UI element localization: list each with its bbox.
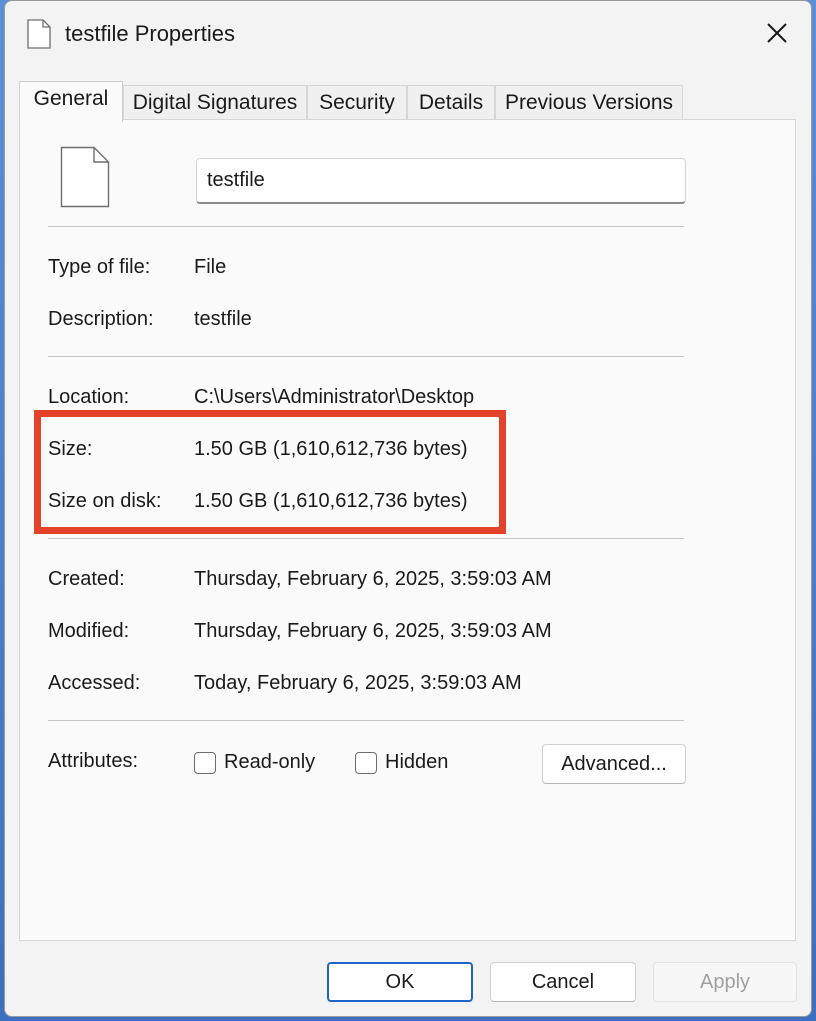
hidden-label: Hidden [385, 751, 449, 773]
separator [48, 720, 684, 721]
location-value: C:\Users\Administrator\Desktop [194, 386, 475, 408]
title-bar[interactable]: testfile Properties [5, 1, 811, 67]
window-title: testfile Properties [65, 21, 235, 46]
description-label: Description: [48, 308, 154, 330]
read-only-checkbox[interactable]: Read-only [194, 751, 315, 774]
tab-digital-signatures[interactable]: Digital Signatures [123, 85, 307, 121]
created-label: Created: [48, 568, 125, 590]
separator [48, 356, 684, 357]
description-value: testfile [194, 308, 252, 330]
general-panel: Type of file: File Description: testfile… [19, 119, 796, 941]
advanced-button[interactable]: Advanced... [542, 744, 686, 784]
tab-details[interactable]: Details [407, 85, 495, 121]
type-of-file-value: File [194, 256, 227, 278]
accessed-value: Today, February 6, 2025, 3:59:03 AM [194, 672, 522, 694]
read-only-label: Read-only [224, 751, 316, 773]
separator [48, 226, 684, 227]
ok-button[interactable]: OK [327, 962, 473, 1002]
accessed-label: Accessed: [48, 672, 141, 694]
file-icon [27, 19, 51, 49]
type-of-file-label: Type of file: [48, 256, 151, 278]
modified-value: Thursday, February 6, 2025, 3:59:03 AM [194, 620, 552, 642]
checkbox-box[interactable] [355, 751, 377, 774]
hidden-checkbox[interactable]: Hidden [355, 751, 448, 774]
apply-button: Apply [653, 962, 797, 1002]
separator [48, 538, 684, 539]
created-value: Thursday, February 6, 2025, 3:59:03 AM [194, 568, 552, 590]
attributes-label: Attributes: [48, 750, 139, 772]
file-icon [60, 146, 110, 208]
tab-general[interactable]: General [19, 81, 123, 122]
cancel-button[interactable]: Cancel [490, 962, 636, 1002]
checkbox-box[interactable] [194, 751, 216, 774]
size-highlight-box [34, 410, 506, 534]
tab-security[interactable]: Security [307, 85, 407, 121]
close-button[interactable] [755, 13, 799, 53]
properties-dialog: testfile Properties General Digital Sign… [4, 0, 812, 1017]
file-name-input[interactable] [196, 158, 686, 204]
tab-previous-versions[interactable]: Previous Versions [495, 85, 683, 121]
location-label: Location: [48, 386, 130, 408]
modified-label: Modified: [48, 620, 130, 642]
close-icon [767, 23, 787, 43]
